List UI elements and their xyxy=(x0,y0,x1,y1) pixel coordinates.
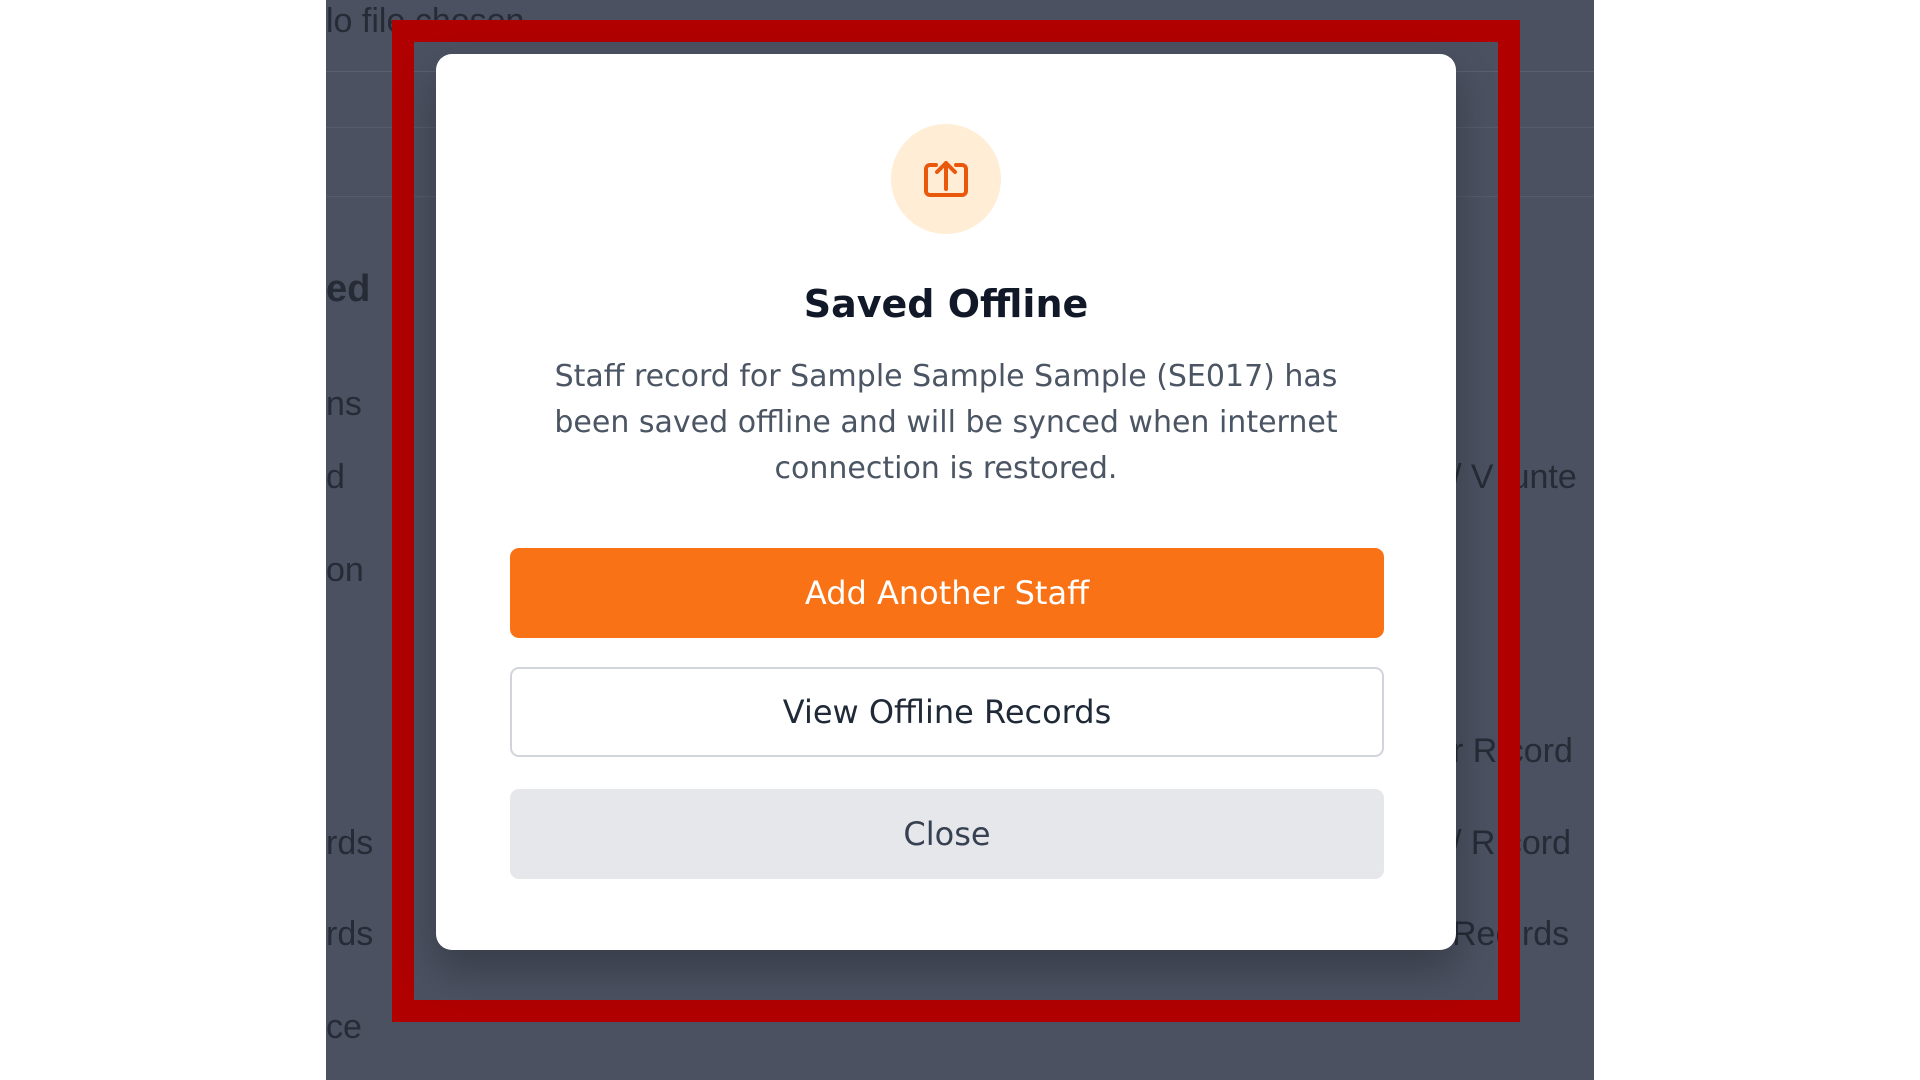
add-another-staff-button[interactable]: Add Another Staff xyxy=(510,548,1384,638)
dialog-title: Saved Offline xyxy=(803,282,1089,326)
upload-icon xyxy=(924,161,968,197)
background-left-item: rds xyxy=(326,915,374,953)
background-left-item: d xyxy=(326,458,345,496)
background-left-item: rds xyxy=(326,824,374,862)
background-left-item: ns xyxy=(326,385,362,423)
background-left-item: on xyxy=(326,551,364,589)
background-section-heading: ed xyxy=(326,268,371,310)
background-left-item: ce xyxy=(326,1008,362,1046)
dialog-message: Staff record for Sample Sample Sample (S… xyxy=(554,359,1338,486)
view-offline-records-button[interactable]: View Offline Records xyxy=(510,667,1384,757)
saved-offline-dialog: Saved Offline Staff record for Sample Sa… xyxy=(436,54,1456,950)
close-button[interactable]: Close xyxy=(510,789,1384,879)
screen: lo file chosen ed ns d on rds rds ce / V… xyxy=(0,0,1920,1080)
upload-icon-badge xyxy=(891,124,1001,234)
